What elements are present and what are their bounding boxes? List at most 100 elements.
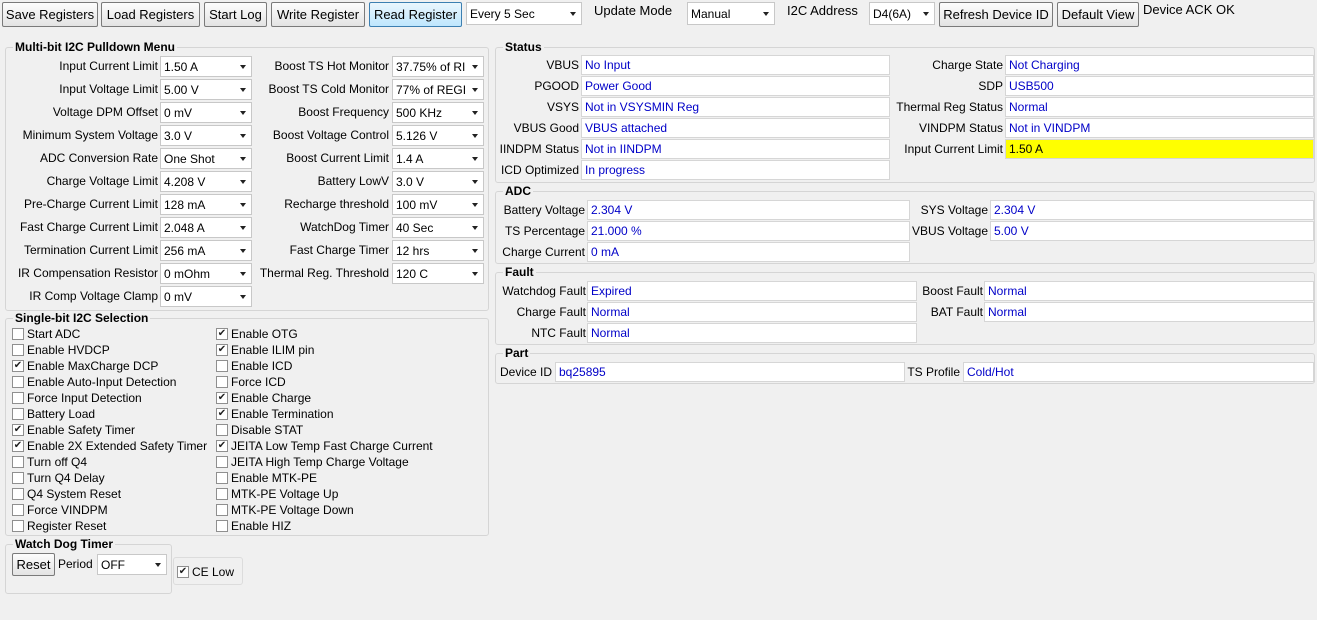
- disable-stat-checkbox[interactable]: Disable STAT: [216, 422, 303, 438]
- sys-voltage-field: 2.304 V: [990, 200, 1314, 220]
- checkbox-box[interactable]: [12, 504, 24, 516]
- minimum-system-voltage-dropdown[interactable]: 3.0 V: [160, 125, 252, 146]
- watchdog-fault-field: Expired: [587, 281, 917, 301]
- jeita-high-temp-charge-voltage-checkbox[interactable]: JEITA High Temp Charge Voltage: [216, 454, 409, 470]
- watchdog-timer-dropdown[interactable]: 40 Sec: [392, 217, 484, 238]
- checkbox-box[interactable]: ✔: [216, 440, 228, 452]
- checkbox-box[interactable]: [12, 520, 24, 532]
- bat-fault-label: BAT Fault: [930, 305, 983, 319]
- input-current-limit-dropdown[interactable]: 1.50 A: [160, 56, 252, 77]
- ce-low-checkbox[interactable]: ✔ CE Low: [177, 564, 234, 580]
- force-input-detection-checkbox[interactable]: Force Input Detection: [12, 390, 142, 406]
- boost-ts-cold-monitor-dropdown[interactable]: 77% of REGI: [392, 79, 484, 100]
- turn-q4-delay-checkbox[interactable]: Turn Q4 Delay: [12, 470, 105, 486]
- checkbox-box[interactable]: [216, 360, 228, 372]
- checkbox-box[interactable]: [216, 376, 228, 388]
- termination-current-limit-dropdown[interactable]: 256 mA: [160, 240, 252, 261]
- ir-comp-voltage-clamp-dropdown[interactable]: 0 mV: [160, 286, 252, 307]
- checkbox-box[interactable]: [12, 408, 24, 420]
- checkbox-box[interactable]: [12, 344, 24, 356]
- singlebit-title: Single-bit I2C Selection: [13, 311, 151, 325]
- period-label: Period: [58, 557, 93, 571]
- enable-hiz-checkbox[interactable]: Enable HIZ: [216, 518, 291, 534]
- enable-otg-checkbox[interactable]: ✔ Enable OTG: [216, 326, 298, 342]
- checkbox-box[interactable]: [12, 472, 24, 484]
- enable-auto-input-detection-checkbox[interactable]: Enable Auto-Input Detection: [12, 374, 176, 390]
- chevron-down-icon: [565, 3, 581, 24]
- enable-charge-checkbox[interactable]: ✔ Enable Charge: [216, 390, 311, 406]
- load-registers-button[interactable]: Load Registers: [101, 2, 200, 27]
- multibit-title: Multi-bit I2C Pulldown Menu: [13, 40, 177, 54]
- checkbox-box[interactable]: ✔: [12, 424, 24, 436]
- checkbox-box[interactable]: [216, 456, 228, 468]
- refresh-device-id-button[interactable]: Refresh Device ID: [939, 2, 1053, 27]
- enable-2x-extended-safety-timer-checkbox[interactable]: ✔ Enable 2X Extended Safety Timer: [12, 438, 207, 454]
- period-dropdown[interactable]: OFF: [97, 554, 167, 575]
- enable-safety-timer-checkbox[interactable]: ✔ Enable Safety Timer: [12, 422, 135, 438]
- start-adc-checkbox[interactable]: Start ADC: [12, 326, 80, 342]
- save-registers-button[interactable]: Save Registers: [2, 2, 98, 27]
- voltage-dpm-offset-dropdown[interactable]: 0 mV: [160, 102, 252, 123]
- checkbox-box[interactable]: ✔: [216, 344, 228, 356]
- charge-voltage-limit-dropdown[interactable]: 4.208 V: [160, 171, 252, 192]
- force-icd-checkbox[interactable]: Force ICD: [216, 374, 286, 390]
- checkbox-box[interactable]: [216, 520, 228, 532]
- pre-charge-current-limit-dropdown[interactable]: 128 mA: [160, 194, 252, 215]
- boost-current-limit-dropdown[interactable]: 1.4 A: [392, 148, 484, 169]
- checkbox-box[interactable]: [12, 488, 24, 500]
- enable-ilim-pin-checkbox[interactable]: ✔ Enable ILIM pin: [216, 342, 314, 358]
- enable-mtk-pe-checkbox[interactable]: Enable MTK-PE: [216, 470, 317, 486]
- boost-ts-hot-monitor-dropdown[interactable]: 37.75% of RI: [392, 56, 484, 77]
- update-mode-dropdown[interactable]: Manual: [687, 2, 775, 25]
- enable-otg-label: Enable OTG: [231, 327, 298, 341]
- checkbox-box[interactable]: [216, 424, 228, 436]
- battery-load-checkbox[interactable]: Battery Load: [12, 406, 95, 422]
- fast-charge-current-limit-dropdown[interactable]: 2.048 A: [160, 217, 252, 238]
- q4-system-reset-checkbox[interactable]: Q4 System Reset: [12, 486, 121, 502]
- checkbox-box[interactable]: [12, 376, 24, 388]
- enable-mtk-pe-label: Enable MTK-PE: [231, 471, 318, 485]
- checkbox-box[interactable]: [12, 328, 24, 340]
- start-log-button[interactable]: Start Log: [204, 2, 267, 27]
- checkbox-box[interactable]: [12, 392, 24, 404]
- write-register-button[interactable]: Write Register: [271, 2, 365, 27]
- boost-frequency-dropdown[interactable]: 500 KHz: [392, 102, 484, 123]
- checkbox-box[interactable]: ✔: [177, 566, 189, 578]
- checkbox-box[interactable]: [216, 472, 228, 484]
- mtk-pe-voltage-up-checkbox[interactable]: MTK-PE Voltage Up: [216, 486, 338, 502]
- watchdog-reset-button[interactable]: Reset: [12, 553, 55, 576]
- read-register-button[interactable]: Read Register: [369, 2, 462, 27]
- jeita-low-temp-fast-charge-current-checkbox[interactable]: ✔ JEITA Low Temp Fast Charge Current: [216, 438, 433, 454]
- checkbox-box[interactable]: ✔: [216, 328, 228, 340]
- checkbox-box[interactable]: ✔: [216, 392, 228, 404]
- i2c-address-dropdown[interactable]: D4(6A): [869, 2, 935, 25]
- default-view-button[interactable]: Default View: [1057, 2, 1139, 27]
- enable-icd-checkbox[interactable]: Enable ICD: [216, 358, 292, 374]
- bat-fault-field: Normal: [984, 302, 1314, 322]
- checkbox-box[interactable]: ✔: [216, 408, 228, 420]
- adc-conversion-rate-label: ADC Conversion Rate: [39, 151, 158, 165]
- turn-off-q4-checkbox[interactable]: Turn off Q4: [12, 454, 87, 470]
- mtk-pe-voltage-down-checkbox[interactable]: MTK-PE Voltage Down: [216, 502, 354, 518]
- update-interval-dropdown[interactable]: Every 5 Sec: [466, 2, 582, 25]
- ir-compensation-resistor-dropdown[interactable]: 0 mOhm: [160, 263, 252, 284]
- icd-optimized-label: ICD Optimized: [500, 163, 579, 177]
- checkbox-box[interactable]: [216, 488, 228, 500]
- thermal-reg-threshold-dropdown[interactable]: 120 C: [392, 263, 484, 284]
- register-reset-checkbox[interactable]: Register Reset: [12, 518, 106, 534]
- checkbox-box[interactable]: ✔: [12, 360, 24, 372]
- battery-lowv-dropdown[interactable]: 3.0 V: [392, 171, 484, 192]
- input-voltage-limit-dropdown[interactable]: 5.00 V: [160, 79, 252, 100]
- enable-maxcharge-dcp-checkbox[interactable]: ✔ Enable MaxCharge DCP: [12, 358, 158, 374]
- recharge-threshold-dropdown[interactable]: 100 mV: [392, 194, 484, 215]
- enable-termination-checkbox[interactable]: ✔ Enable Termination: [216, 406, 334, 422]
- fast-charge-timer-dropdown[interactable]: 12 hrs: [392, 240, 484, 261]
- enable-hvdcp-checkbox[interactable]: Enable HVDCP: [12, 342, 110, 358]
- charge-fault-field: Normal: [587, 302, 917, 322]
- boost-voltage-control-dropdown[interactable]: 5.126 V: [392, 125, 484, 146]
- checkbox-box[interactable]: ✔: [12, 440, 24, 452]
- checkbox-box[interactable]: [12, 456, 24, 468]
- adc-conversion-rate-dropdown[interactable]: One Shot: [160, 148, 252, 169]
- force-vindpm-checkbox[interactable]: Force VINDPM: [12, 502, 108, 518]
- checkbox-box[interactable]: [216, 504, 228, 516]
